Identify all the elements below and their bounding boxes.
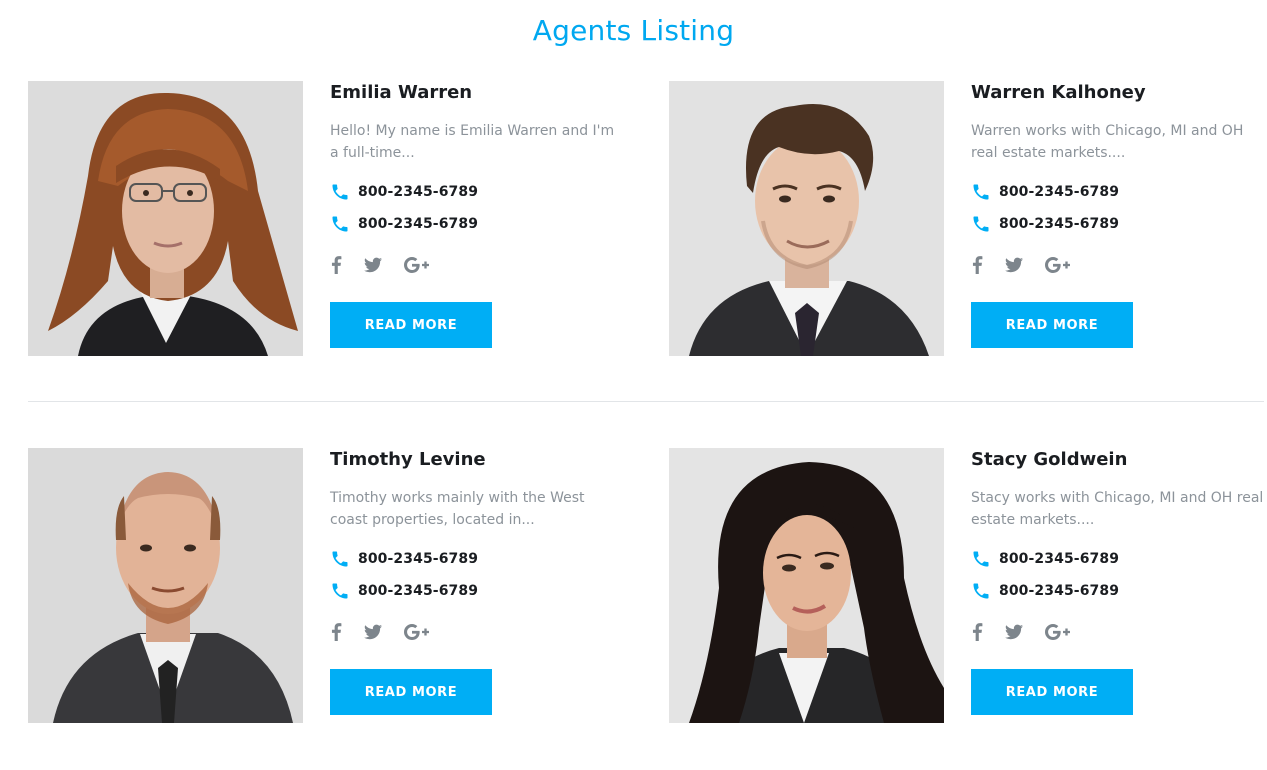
- facebook-icon[interactable]: [330, 623, 342, 641]
- agent-description: Warren works with Chicago, MI and OH rea…: [971, 123, 1244, 161]
- phone-number: 800-2345-6789: [358, 551, 479, 567]
- twitter-icon[interactable]: [364, 257, 382, 273]
- read-more-button[interactable]: READ MORE: [971, 669, 1133, 715]
- phone-number: 800-2345-6789: [999, 551, 1120, 567]
- agent-photo[interactable]: [28, 81, 303, 356]
- agent-phone[interactable]: 800-2345-6789: [971, 580, 1119, 602]
- agent-phone[interactable]: 800-2345-6789: [971, 181, 1119, 203]
- phone-icon: [973, 216, 989, 232]
- phone-number: 800-2345-6789: [999, 216, 1120, 232]
- phone-number: 800-2345-6789: [999, 184, 1120, 200]
- google-plus-icon[interactable]: [1045, 256, 1070, 274]
- phone-number: 800-2345-6789: [358, 216, 479, 232]
- agent-photo-image: [28, 448, 303, 723]
- twitter-icon[interactable]: [364, 624, 382, 640]
- agent-card: Warren Kalhoney Warren works with Chicag…: [669, 81, 1267, 357]
- google-plus-icon[interactable]: [404, 623, 429, 641]
- page-title: Agents Listing: [532, 14, 735, 47]
- agent-name[interactable]: Warren Kalhoney: [971, 82, 1146, 103]
- agent-card: Timothy Levine Timothy works mainly with…: [28, 448, 628, 724]
- social-links: [971, 256, 1090, 274]
- phone-icon: [973, 583, 989, 599]
- phone-number: 800-2345-6789: [999, 583, 1120, 599]
- agent-name[interactable]: Timothy Levine: [330, 449, 486, 470]
- agent-description: Stacy works with Chicago, MI and OH real…: [971, 490, 1264, 528]
- agent-name[interactable]: Emilia Warren: [330, 82, 472, 103]
- agent-description: Timothy works mainly with the West coast…: [330, 490, 585, 528]
- agent-name[interactable]: Stacy Goldwein: [971, 449, 1127, 470]
- agent-phone[interactable]: 800-2345-6789: [330, 213, 478, 235]
- facebook-icon[interactable]: [330, 256, 342, 274]
- agent-photo[interactable]: [28, 448, 303, 723]
- phone-number: 800-2345-6789: [358, 583, 479, 599]
- facebook-icon[interactable]: [971, 256, 983, 274]
- phone-icon: [332, 184, 348, 200]
- agent-phone[interactable]: 800-2345-6789: [330, 580, 478, 602]
- phone-icon: [332, 216, 348, 232]
- agent-photo-image: [669, 81, 944, 356]
- agent-photo[interactable]: [669, 448, 944, 723]
- agent-phone[interactable]: 800-2345-6789: [971, 213, 1119, 235]
- phone-icon: [332, 583, 348, 599]
- read-more-button[interactable]: READ MORE: [971, 302, 1133, 348]
- agent-photo-image: [28, 81, 303, 356]
- agent-card: Stacy Goldwein Stacy works with Chicago,…: [669, 448, 1267, 724]
- agent-photo-image: [669, 448, 944, 723]
- agent-phone[interactable]: 800-2345-6789: [330, 181, 478, 203]
- phone-number: 800-2345-6789: [358, 184, 479, 200]
- agent-card: Emilia Warren Hello! My name is Emilia W…: [28, 81, 628, 357]
- social-links: [330, 256, 449, 274]
- google-plus-icon[interactable]: [404, 256, 429, 274]
- agent-phone[interactable]: 800-2345-6789: [971, 548, 1119, 570]
- twitter-icon[interactable]: [1005, 624, 1023, 640]
- section-divider: [28, 401, 1264, 402]
- read-more-button[interactable]: READ MORE: [330, 302, 492, 348]
- phone-icon: [973, 184, 989, 200]
- twitter-icon[interactable]: [1005, 257, 1023, 273]
- phone-icon: [332, 551, 348, 567]
- agent-photo[interactable]: [669, 81, 944, 356]
- social-links: [971, 623, 1090, 641]
- google-plus-icon[interactable]: [1045, 623, 1070, 641]
- agent-description: Hello! My name is Emilia Warren and I'm …: [330, 123, 615, 161]
- agent-phone[interactable]: 800-2345-6789: [330, 548, 478, 570]
- phone-icon: [973, 551, 989, 567]
- facebook-icon[interactable]: [971, 623, 983, 641]
- read-more-button[interactable]: READ MORE: [330, 669, 492, 715]
- social-links: [330, 623, 449, 641]
